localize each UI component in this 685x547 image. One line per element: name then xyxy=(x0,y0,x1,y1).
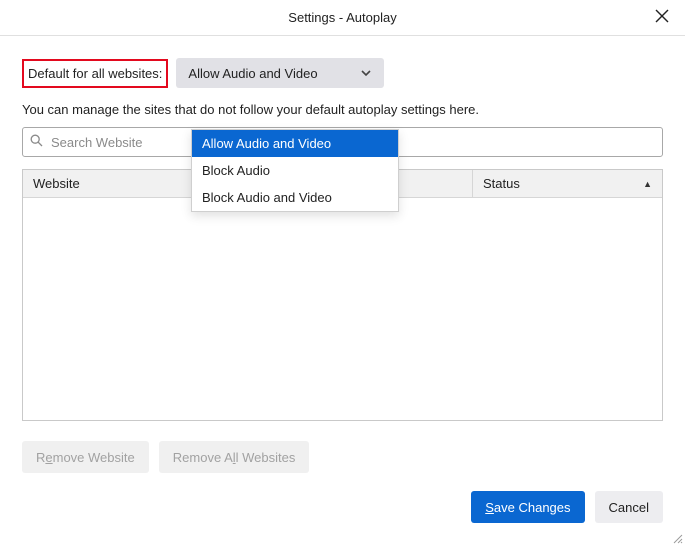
close-icon xyxy=(655,7,669,28)
dropdown-option-block-audio[interactable]: Block Audio xyxy=(192,157,398,184)
remove-all-websites-button[interactable]: Remove All Websites xyxy=(159,441,310,473)
save-changes-button[interactable]: Save Changes xyxy=(471,491,584,523)
dialog-footer: Save Changes Cancel xyxy=(0,473,685,523)
search-icon xyxy=(30,134,43,150)
column-header-status[interactable]: Status ▲ xyxy=(472,170,662,197)
default-label: Default for all websites: xyxy=(28,66,162,81)
sort-ascending-icon: ▲ xyxy=(643,179,652,189)
dropdown-option-block-av[interactable]: Block Audio and Video xyxy=(192,184,398,211)
remove-website-button[interactable]: Remove Website xyxy=(22,441,149,473)
close-button[interactable] xyxy=(647,2,677,32)
default-row: Default for all websites: Allow Audio an… xyxy=(22,58,663,88)
description-text: You can manage the sites that do not fol… xyxy=(22,102,663,117)
column-header-status-label: Status xyxy=(483,176,520,191)
remove-button-row: Remove Website Remove All Websites xyxy=(22,441,663,473)
default-dropdown-selected: Allow Audio and Video xyxy=(188,66,317,81)
column-header-website-label: Website xyxy=(33,176,80,191)
default-dropdown-menu: Allow Audio and Video Block Audio Block … xyxy=(191,129,399,212)
table-body xyxy=(23,198,662,420)
dialog-title: Settings - Autoplay xyxy=(288,10,396,25)
dialog-header: Settings - Autoplay xyxy=(0,0,685,36)
cancel-button[interactable]: Cancel xyxy=(595,491,663,523)
dropdown-option-allow-av[interactable]: Allow Audio and Video xyxy=(192,130,398,157)
chevron-down-icon xyxy=(360,67,372,79)
resize-grip-icon[interactable] xyxy=(671,532,683,544)
default-dropdown[interactable]: Allow Audio and Video xyxy=(176,58,384,88)
default-label-highlight: Default for all websites: xyxy=(22,59,168,88)
